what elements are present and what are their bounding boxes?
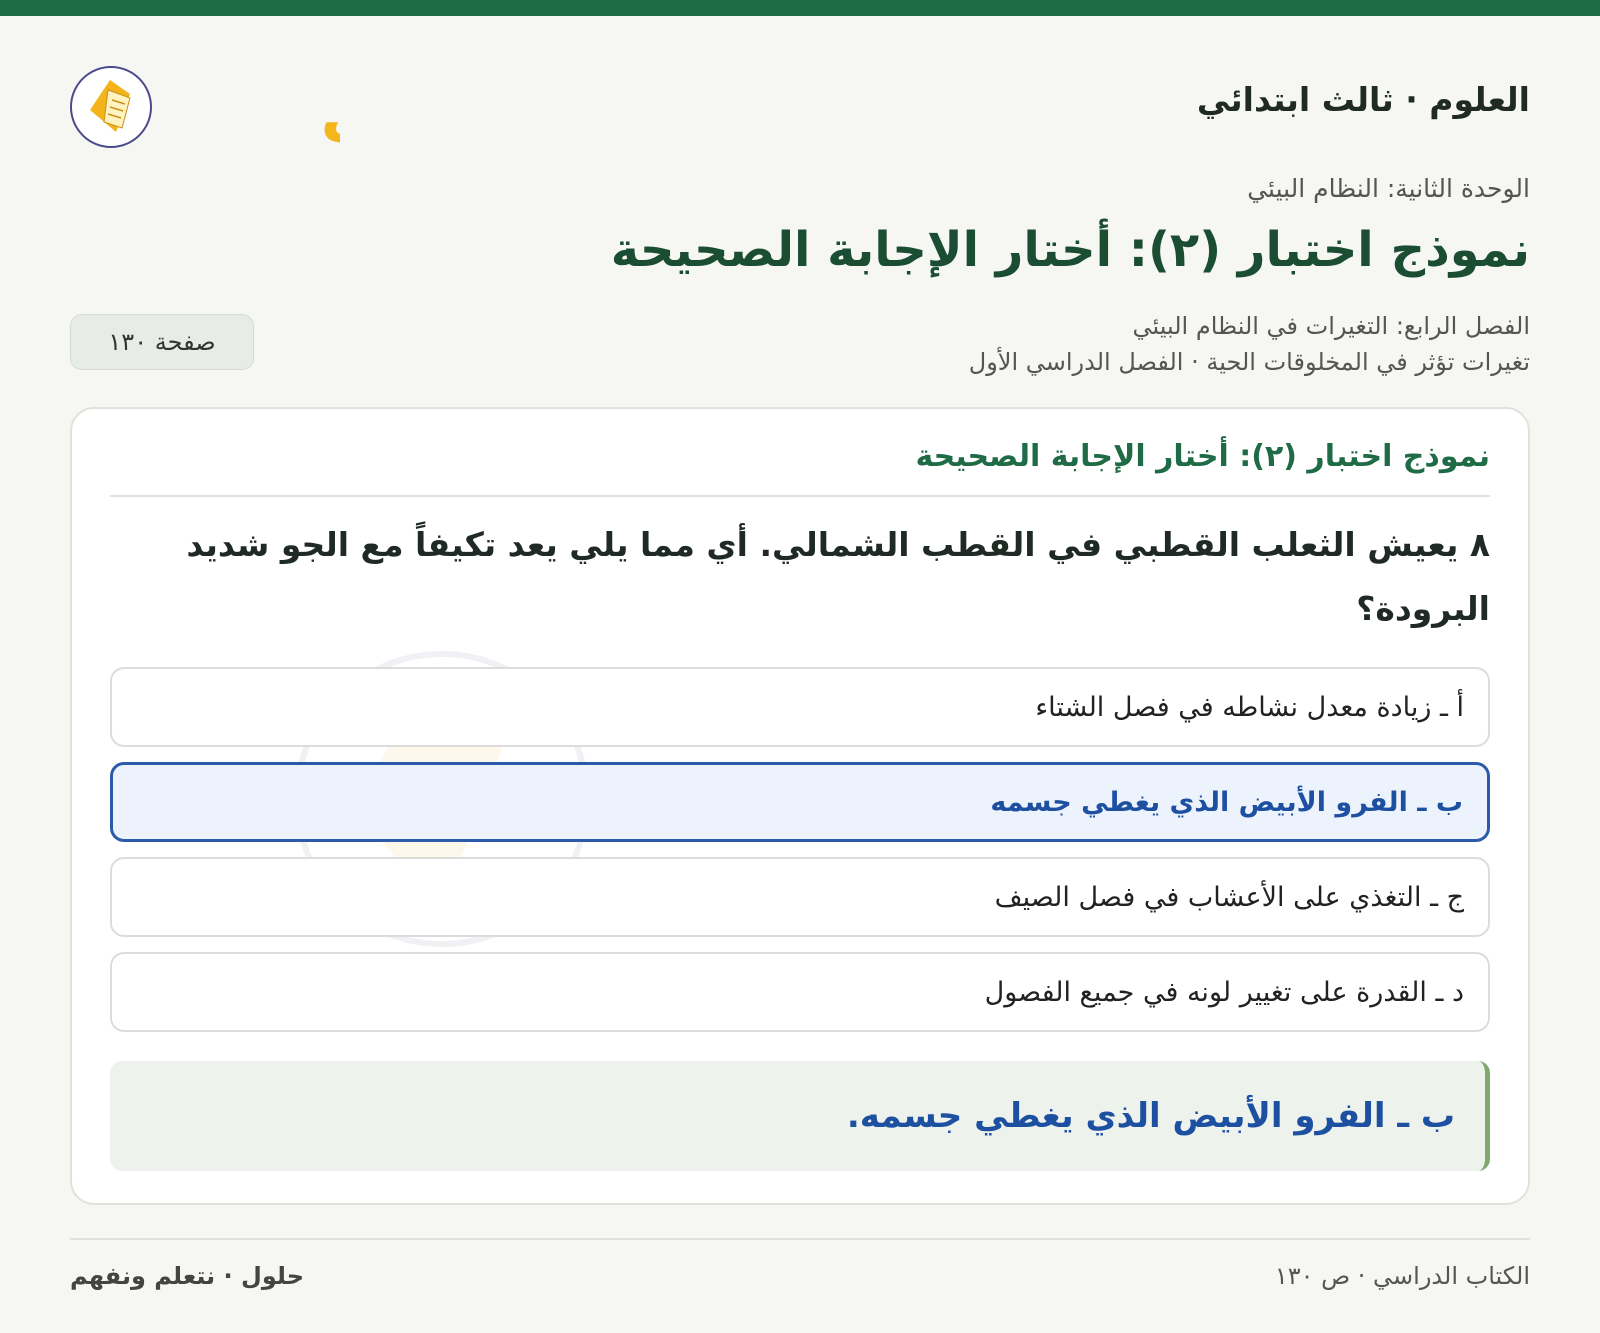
hulul-logo: حلول: [70, 66, 340, 149]
question-card: حلول نموذج اختبار (٢): أختار الإجابة الص…: [70, 407, 1530, 1205]
page-header: العلوم · ثالث ابتدائي حلول: [70, 44, 1530, 164]
card-title: نموذج اختبار (٢): أختار الإجابة الصحيحة: [110, 439, 1490, 497]
top-accent-bar: [0, 0, 1600, 16]
footer-divider: [70, 1238, 1530, 1240]
footer-book-reference: الكتاب الدراسي · ص ١٣٠: [1274, 1262, 1530, 1290]
option-b-selected[interactable]: ب ـ الفرو الأبيض الذي يغطي جسمه: [110, 762, 1490, 842]
subject-title: العلوم · ثالث ابتدائي: [1196, 80, 1530, 119]
chapter-info: الفصل الرابع: التغيرات في النظام البيئي …: [969, 308, 1530, 380]
chapter-line-1: الفصل الرابع: التغيرات في النظام البيئي: [1132, 312, 1531, 340]
logo-wordmark: حلول: [320, 71, 340, 149]
option-d[interactable]: د ـ القدرة على تغيير لونه في جميع الفصول: [110, 952, 1490, 1032]
page-number-badge: صفحة ١٣٠: [70, 314, 254, 370]
answer-box: ب ـ الفرو الأبيض الذي يغطي جسمه.: [110, 1061, 1490, 1171]
option-c[interactable]: ج ـ التغذي على الأعشاب في فصل الصيف: [110, 857, 1490, 937]
unit-label: الوحدة الثانية: النظام البيئي: [1247, 174, 1530, 203]
footer-brand: حلول · نتعلم ونفهم: [70, 1262, 304, 1290]
question-text: ٨ يعيش الثعلب القطبي في القطب الشمالي. أ…: [186, 525, 1490, 628]
options-list: أ ـ زيادة معدل نشاطه في فصل الشتاء ب ـ ا…: [110, 667, 1490, 1047]
page-title: نموذج اختبار (٢): أختار الإجابة الصحيحة: [610, 222, 1530, 278]
option-a[interactable]: أ ـ زيادة معدل نشاطه في فصل الشتاء: [110, 667, 1490, 747]
chapter-line-2: تغيرات تؤثر في المخلوقات الحية · الفصل ا…: [968, 348, 1530, 376]
